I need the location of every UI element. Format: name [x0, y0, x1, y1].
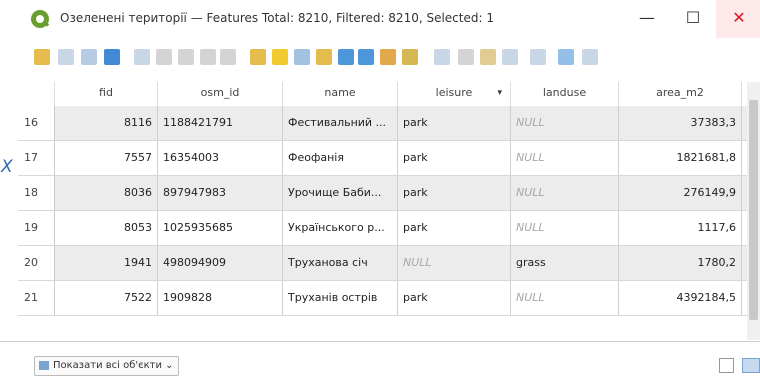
cell-osm-id[interactable]: 1909828 — [158, 281, 283, 315]
cut-icon[interactable] — [178, 49, 194, 65]
cell-landuse[interactable]: NULL — [511, 176, 619, 210]
cell-osm-id[interactable]: 16354003 — [158, 141, 283, 175]
column-header-fid[interactable]: fid — [55, 82, 158, 106]
table-header: fidosm_idnameleisurelandusearea_m2 — [18, 82, 760, 106]
toggle-editing-icon[interactable] — [34, 49, 50, 65]
cell-name[interactable]: Феофанія — [283, 141, 398, 175]
cell-osm-id[interactable]: 498094909 — [158, 246, 283, 280]
cell-landuse[interactable]: NULL — [511, 281, 619, 315]
table-row[interactable]: 19 8053 1025935685 Українського р... park NUL… — [18, 211, 760, 246]
move-selection-top-icon[interactable] — [358, 49, 374, 65]
table-row[interactable]: 21 7522 1909828 Труханів острів park NULL 4392… — [18, 281, 760, 316]
pan-to-selection-icon[interactable] — [380, 49, 396, 65]
cell-fid[interactable]: 7557 — [55, 141, 158, 175]
row-number[interactable]: 21 — [18, 281, 55, 315]
new-field-icon[interactable] — [434, 49, 450, 65]
cell-leisure[interactable]: park — [398, 141, 511, 175]
header-corner — [18, 82, 55, 106]
show-all-label: Показати всі об'єкти — [53, 360, 162, 371]
cell-name[interactable]: Українського р... — [283, 211, 398, 245]
close-button[interactable]: ✕ — [716, 0, 760, 38]
table-icon — [39, 360, 49, 370]
table-row[interactable]: 18 8036 897947983 Урочище Баби... park NULL 27… — [18, 176, 760, 211]
window-title: Озеленені території — Features Total: 82… — [60, 11, 494, 25]
dock-icon[interactable] — [530, 49, 546, 65]
column-header-landuse[interactable]: landuse — [511, 82, 619, 106]
cell-fid[interactable]: 8053 — [55, 211, 158, 245]
column-header-osm-id[interactable]: osm_id — [158, 82, 283, 106]
cell-leisure[interactable]: park — [398, 106, 511, 140]
cell-area-m2[interactable]: 4392184,5 — [619, 281, 742, 315]
cell-leisure[interactable]: park — [398, 281, 511, 315]
table-row[interactable]: 17 7557 16354003 Феофанія park NULL 1821681,8 — [18, 141, 760, 176]
cell-leisure[interactable]: park — [398, 211, 511, 245]
dev-icon[interactable] — [582, 49, 598, 65]
title-bar: Озеленені території — Features Total: 82… — [0, 0, 760, 38]
form-view-icon[interactable] — [719, 358, 734, 373]
cell-fid[interactable]: 8116 — [55, 106, 158, 140]
show-all-features-button[interactable]: Показати всі об'єкти ⌄ — [34, 356, 179, 376]
cell-name[interactable]: Труханова січ — [283, 246, 398, 280]
table-row[interactable]: 20 1941 498094909 Труханова січ NULL grass 178… — [18, 246, 760, 281]
cell-landuse[interactable]: NULL — [511, 141, 619, 175]
cell-landuse[interactable]: NULL — [511, 106, 619, 140]
cell-fid[interactable]: 8036 — [55, 176, 158, 210]
cell-area-m2[interactable]: 276149,9 — [619, 176, 742, 210]
row-number[interactable]: 20 — [18, 246, 55, 280]
paste-icon[interactable] — [220, 49, 236, 65]
row-number[interactable]: 18 — [18, 176, 55, 210]
cell-fid[interactable]: 1941 — [55, 246, 158, 280]
cell-fid[interactable]: 7522 — [55, 281, 158, 315]
row-number[interactable]: 16 — [18, 106, 55, 140]
annotation-marker: X — [1, 157, 13, 177]
cell-leisure[interactable]: NULL — [398, 246, 511, 280]
reload-icon[interactable] — [104, 49, 120, 65]
expression-select-icon[interactable] — [250, 49, 266, 65]
scrollbar-thumb[interactable] — [749, 100, 758, 320]
save-edits-icon[interactable] — [81, 49, 97, 65]
deselect-icon[interactable] — [316, 49, 332, 65]
cell-osm-id[interactable]: 897947983 — [158, 176, 283, 210]
zoom-to-selection-icon[interactable] — [402, 49, 418, 65]
add-feature-icon[interactable] — [134, 49, 150, 65]
cell-osm-id[interactable]: 1188421791 — [158, 106, 283, 140]
delete-feature-icon[interactable] — [156, 49, 172, 65]
minimize-button[interactable]: — — [624, 0, 670, 38]
field-calculator-icon[interactable] — [480, 49, 496, 65]
cell-area-m2[interactable]: 1780,2 — [619, 246, 742, 280]
actions-icon[interactable] — [558, 49, 574, 65]
column-header-area-m2[interactable]: area_m2 — [619, 82, 742, 106]
attribute-table: fidosm_idnameleisurelandusearea_m2 16811… — [18, 76, 760, 341]
cell-landuse[interactable]: NULL — [511, 211, 619, 245]
delete-field-icon[interactable] — [458, 49, 474, 65]
attribute-table-toolbar — [0, 38, 760, 76]
cell-name[interactable]: Фестивальний ... — [283, 106, 398, 140]
select-all-icon[interactable] — [272, 49, 288, 65]
cell-leisure[interactable]: park — [398, 176, 511, 210]
cell-osm-id[interactable]: 1025935685 — [158, 211, 283, 245]
cell-name[interactable]: Урочище Баби... — [283, 176, 398, 210]
cell-name[interactable]: Труханів острів — [283, 281, 398, 315]
cell-area-m2[interactable]: 1821681,8 — [619, 141, 742, 175]
column-header-leisure[interactable]: leisure — [398, 82, 511, 106]
conditional-format-icon[interactable] — [502, 49, 518, 65]
copy-icon[interactable] — [200, 49, 216, 65]
column-header-name[interactable]: name — [283, 82, 398, 106]
table-row[interactable]: 16 8116 1188421791 Фестивальний ... park NULL… — [18, 106, 760, 141]
cell-landuse[interactable]: grass — [511, 246, 619, 280]
maximize-button[interactable]: ☐ — [670, 0, 716, 38]
row-number[interactable]: 17 — [18, 141, 55, 175]
multi-edit-icon[interactable] — [58, 49, 74, 65]
invert-selection-icon[interactable] — [294, 49, 310, 65]
cell-area-m2[interactable]: 37383,3 — [619, 106, 742, 140]
filter-icon[interactable] — [338, 49, 354, 65]
qgis-logo-icon — [31, 10, 49, 28]
row-number[interactable]: 19 — [18, 211, 55, 245]
cell-area-m2[interactable]: 1117,6 — [619, 211, 742, 245]
table-view-icon[interactable] — [742, 358, 760, 373]
